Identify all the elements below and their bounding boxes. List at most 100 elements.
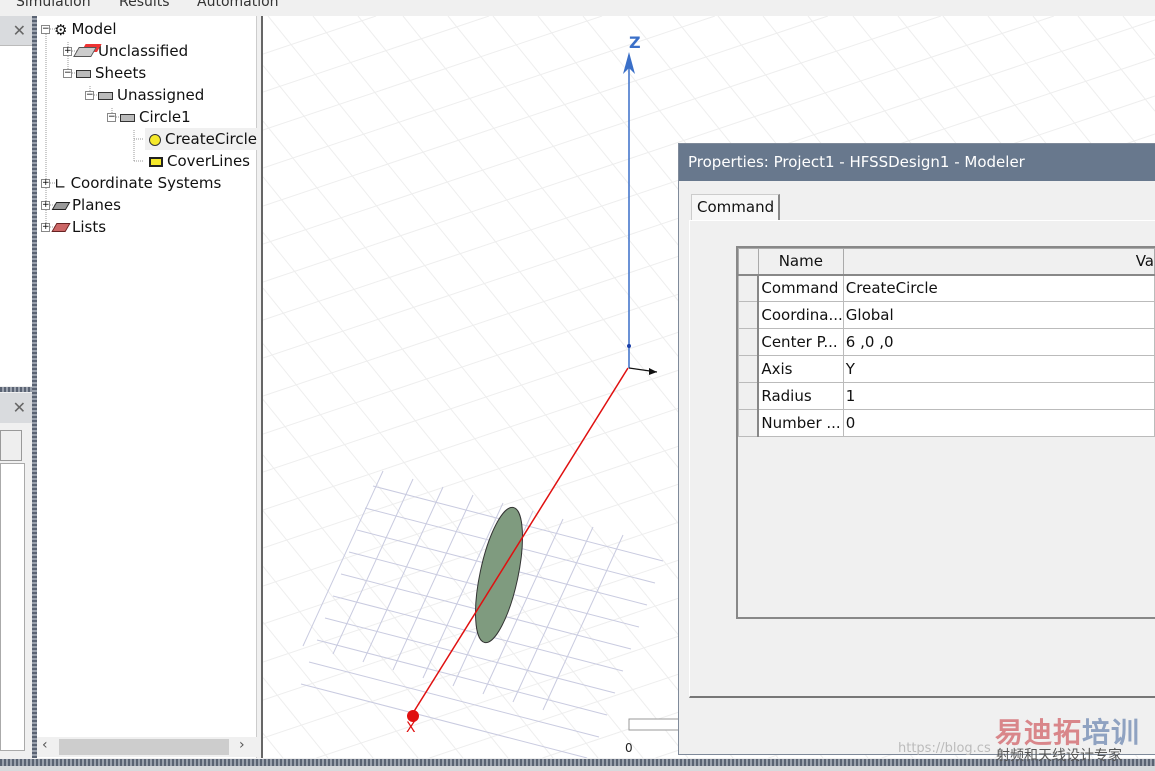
property-row[interactable]: Coordina... Global bbox=[738, 301, 1155, 329]
planes-icon bbox=[51, 201, 71, 210]
grid-line bbox=[263, 343, 599, 758]
sheet-icon bbox=[120, 113, 135, 122]
collapse-icon[interactable]: − bbox=[85, 91, 94, 100]
tree-item-label: Circle1 bbox=[139, 108, 191, 126]
panel-splitter[interactable] bbox=[0, 387, 34, 392]
coordinate-systems-icon: ∟ bbox=[54, 174, 67, 193]
tree-item-createcircle[interactable]: CreateCircle bbox=[145, 128, 257, 150]
property-value[interactable]: 1 bbox=[842, 382, 1155, 410]
left-docked-panel-top: ✕ bbox=[0, 16, 32, 386]
property-name: Command bbox=[757, 274, 844, 302]
tree-item-planes[interactable]: + Planes bbox=[41, 194, 121, 216]
row-selector[interactable] bbox=[738, 355, 760, 383]
property-row[interactable]: Center P... 6 ,0 ,0 bbox=[738, 328, 1155, 356]
z-axis-marker bbox=[627, 344, 631, 348]
column-header-value[interactable]: Va bbox=[842, 248, 1155, 276]
tree-item-label: Lists bbox=[72, 218, 107, 236]
tree-item-unassigned[interactable]: − Unassigned bbox=[85, 84, 204, 106]
dialog-title[interactable]: Properties: Project1 - HFSSDesign1 - Mod… bbox=[679, 144, 1155, 181]
grid-line bbox=[324, 617, 616, 694]
unclassified-icon bbox=[73, 46, 97, 57]
property-row[interactable]: Radius 1 bbox=[738, 382, 1155, 410]
property-name: Coordina... bbox=[757, 301, 844, 329]
collapse-icon[interactable]: − bbox=[107, 113, 116, 122]
model-icon: ⚙ bbox=[54, 20, 68, 39]
expand-icon[interactable]: + bbox=[41, 223, 50, 232]
tree-item-sheets[interactable]: − Sheets bbox=[63, 62, 146, 84]
sheet-icon bbox=[98, 91, 113, 100]
expand-icon[interactable]: + bbox=[63, 47, 72, 56]
scale-bar-zero: 0 bbox=[625, 741, 633, 755]
collapse-icon[interactable]: − bbox=[63, 69, 72, 78]
tree-item-label: Model bbox=[71, 20, 117, 38]
bottom-splitter[interactable] bbox=[0, 759, 1155, 766]
expand-icon[interactable]: + bbox=[41, 201, 50, 210]
sheet-icon bbox=[76, 69, 91, 78]
row-selector[interactable] bbox=[738, 274, 760, 302]
grid-line bbox=[263, 232, 689, 758]
properties-dialog: Properties: Project1 - HFSSDesign1 - Mod… bbox=[678, 143, 1155, 755]
property-name: Center P... bbox=[757, 328, 844, 356]
circle-icon bbox=[149, 133, 161, 146]
menu-automation[interactable]: Automation bbox=[197, 0, 279, 10]
model-tree: − ⚙ Model + Unclassified − Sheets − Unassigne… bbox=[37, 16, 257, 758]
tree-item-unclassified[interactable]: + Unclassified bbox=[63, 40, 188, 62]
tree-item-model[interactable]: − ⚙ Model bbox=[41, 18, 117, 40]
tree-horizontal-scrollbar[interactable]: ‹ › bbox=[37, 737, 257, 757]
properties-grid: Name Va Command CreateCircle Coordina... Glo… bbox=[736, 246, 1155, 619]
grid-line bbox=[512, 526, 594, 703]
menu-simulation[interactable]: Simulation bbox=[16, 0, 91, 10]
panel-list[interactable] bbox=[0, 463, 25, 751]
cover-lines-icon bbox=[149, 156, 163, 167]
panel-field[interactable] bbox=[0, 430, 22, 461]
tree-item-circle1[interactable]: − Circle1 bbox=[107, 106, 191, 128]
row-selector[interactable] bbox=[738, 301, 760, 329]
row-selector[interactable] bbox=[738, 328, 760, 356]
column-header-name[interactable]: Name bbox=[757, 248, 844, 276]
bottom-strip bbox=[0, 766, 1155, 771]
tree-item-label: Sheets bbox=[95, 64, 147, 82]
grid-line bbox=[263, 16, 716, 169]
grid-line bbox=[1077, 16, 1155, 112]
menu-results[interactable]: Results bbox=[119, 0, 170, 10]
scroll-left-icon[interactable]: ‹ bbox=[42, 737, 48, 753]
tree-item-coordinate-systems[interactable]: + ∟ Coordinate Systems bbox=[41, 172, 221, 194]
close-icon[interactable]: ✕ bbox=[13, 398, 26, 417]
row-selector[interactable] bbox=[738, 382, 760, 410]
tree-item-coverlines[interactable]: CoverLines bbox=[145, 150, 250, 172]
close-icon[interactable]: ✕ bbox=[13, 21, 26, 40]
property-row[interactable]: Command CreateCircle bbox=[738, 274, 1155, 302]
expand-icon[interactable]: + bbox=[41, 179, 50, 188]
panel-header: ✕ bbox=[0, 393, 32, 423]
collapse-icon[interactable]: − bbox=[41, 25, 50, 34]
grid-line bbox=[263, 565, 419, 758]
tree-item-lists[interactable]: + Lists bbox=[41, 216, 106, 238]
property-row[interactable]: Number ... 0 bbox=[738, 409, 1155, 437]
panel-header: ✕ bbox=[0, 16, 32, 46]
tree-item-label: Unclassified bbox=[98, 42, 189, 60]
row-selector[interactable] bbox=[738, 409, 760, 437]
grid-line bbox=[300, 683, 588, 758]
property-row[interactable]: Axis Y bbox=[738, 355, 1155, 383]
property-value[interactable]: 6 ,0 ,0 bbox=[842, 328, 1155, 356]
tree-item-label: CoverLines bbox=[167, 152, 250, 170]
grid-line bbox=[302, 470, 384, 647]
property-value[interactable]: 0 bbox=[842, 409, 1155, 437]
property-name: Number ... bbox=[757, 409, 844, 437]
grid-line bbox=[263, 454, 509, 758]
scroll-right-icon[interactable]: › bbox=[239, 737, 245, 753]
property-value[interactable]: Global bbox=[842, 301, 1155, 329]
property-value[interactable]: Y bbox=[842, 355, 1155, 383]
tab-command[interactable]: Command bbox=[691, 194, 780, 221]
grid-line bbox=[263, 287, 644, 758]
watermark-tagline: 射频和天线设计专家 bbox=[996, 748, 1122, 764]
corner-header bbox=[738, 248, 759, 276]
scrollbar-thumb[interactable] bbox=[59, 739, 229, 755]
grid-line bbox=[332, 478, 414, 655]
tree-item-label: Planes bbox=[72, 196, 121, 214]
z-axis-label: Z bbox=[629, 33, 641, 52]
x-axis-label: X bbox=[406, 720, 416, 736]
property-value[interactable]: CreateCircle bbox=[842, 274, 1155, 302]
x-axis bbox=[412, 367, 629, 714]
grid-line bbox=[263, 16, 377, 55]
